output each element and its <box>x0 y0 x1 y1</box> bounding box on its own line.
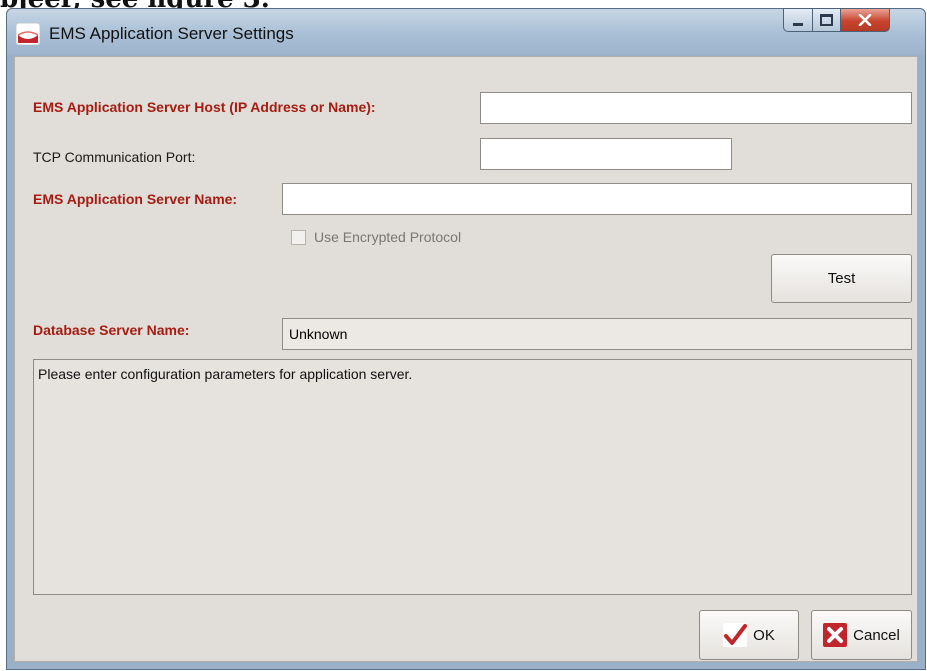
host-input[interactable] <box>480 92 912 124</box>
cancel-button[interactable]: Cancel <box>811 610 912 660</box>
port-label: TCP Communication Port: <box>33 149 196 165</box>
server-name-input[interactable] <box>282 183 912 215</box>
close-icon <box>858 14 872 26</box>
test-button-label: Test <box>827 270 856 287</box>
port-input[interactable] <box>480 138 732 170</box>
title-bar[interactable]: EMS Application Server Settings <box>7 8 925 55</box>
status-message: Please enter configuration parameters fo… <box>38 366 413 382</box>
server-name-label: EMS Application Server Name: <box>33 191 238 207</box>
minimize-button[interactable] <box>783 8 813 32</box>
close-button[interactable] <box>840 8 890 32</box>
app-icon <box>16 23 40 45</box>
checkmark-icon <box>723 623 748 647</box>
settings-dialog: EMS Application Server Settings EMS Appl… <box>6 8 926 670</box>
db-label: Database Server Name: <box>33 322 190 338</box>
encrypted-label: Use Encrypted Protocol <box>314 229 462 245</box>
window-title: EMS Application Server Settings <box>49 24 294 43</box>
maximize-button[interactable] <box>812 8 841 32</box>
test-button[interactable]: Test <box>771 254 912 303</box>
status-message-box: Please enter configuration parameters fo… <box>33 359 912 595</box>
maximize-icon <box>820 14 833 26</box>
ok-button[interactable]: OK <box>699 610 799 660</box>
host-label: EMS Application Server Host (IP Address … <box>33 99 376 115</box>
encrypted-checkbox[interactable] <box>291 230 306 245</box>
minimize-icon <box>793 22 803 26</box>
cancel-label: Cancel <box>853 626 900 644</box>
db-name-field <box>282 318 912 350</box>
x-icon <box>823 623 848 647</box>
ok-label: OK <box>753 626 775 644</box>
dialog-content: EMS Application Server Host (IP Address … <box>14 56 918 662</box>
